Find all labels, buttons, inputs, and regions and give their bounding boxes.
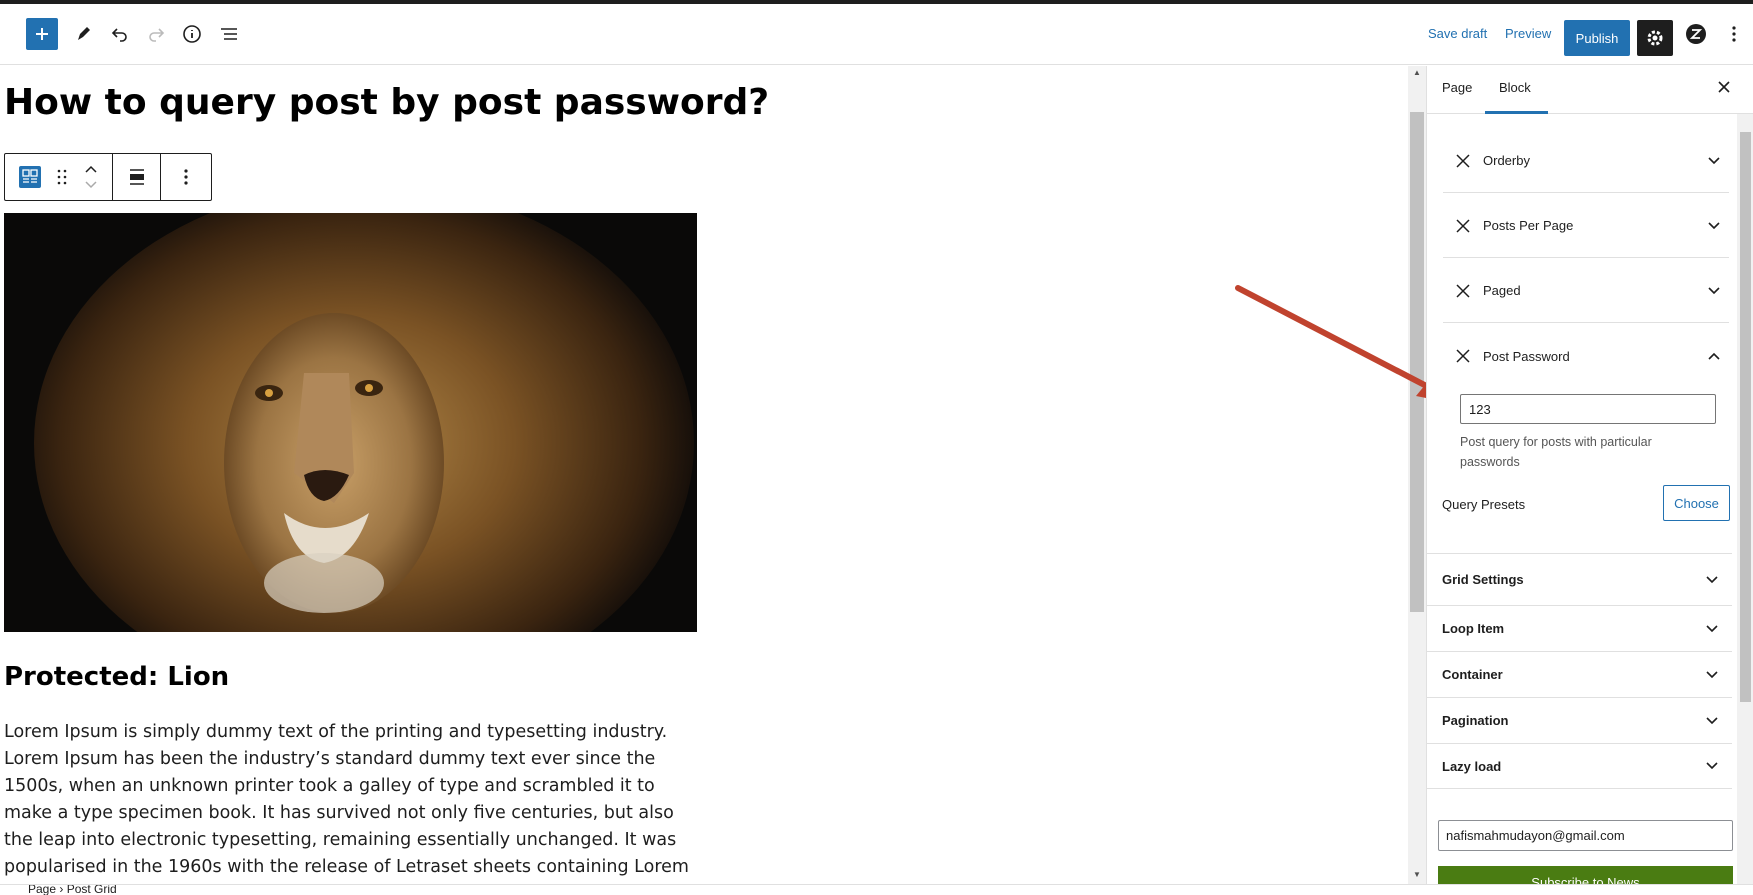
post-password-help: Post query for posts with particular pas… — [1460, 435, 1652, 469]
chevron-down-icon — [1692, 624, 1732, 633]
query-presets-label: Query Presets — [1442, 497, 1526, 512]
chevron-up-icon — [1708, 352, 1720, 360]
list-view-icon — [221, 28, 237, 40]
plugin-logo-icon — [1686, 24, 1706, 44]
block-options-button[interactable] — [161, 154, 211, 200]
settings-button[interactable] — [1637, 20, 1673, 56]
options-button[interactable] — [1718, 18, 1750, 50]
post-password-input[interactable] — [1460, 394, 1716, 424]
email-field[interactable] — [1438, 820, 1733, 851]
lion-image[interactable] — [4, 213, 697, 632]
close-icon — [1456, 218, 1470, 233]
more-vertical-icon — [1732, 26, 1736, 42]
panel-container[interactable]: Container — [1427, 651, 1732, 697]
save-draft-button[interactable]: Save draft — [1428, 26, 1487, 41]
close-icon — [1718, 81, 1730, 93]
redo-icon — [149, 28, 165, 42]
tab-block[interactable]: Block — [1499, 80, 1531, 95]
scroll-down-arrow[interactable]: ▼ — [1410, 870, 1424, 882]
query-item-label: Post Password — [1483, 348, 1570, 364]
drag-handle[interactable] — [57, 169, 67, 185]
close-icon — [1456, 153, 1470, 168]
expand-button[interactable] — [1699, 286, 1729, 295]
align-icon — [129, 169, 144, 185]
panel-lazy-load[interactable]: Lazy load — [1427, 743, 1732, 789]
tab-page[interactable]: Page — [1442, 80, 1472, 95]
tools-button[interactable] — [68, 18, 100, 50]
panel-label: Grid Settings — [1442, 572, 1524, 587]
chevron-down-icon — [1708, 156, 1720, 164]
block-type-button[interactable] — [19, 166, 42, 188]
panel-label: Pagination — [1442, 713, 1509, 728]
publish-button[interactable]: Publish — [1564, 20, 1630, 56]
query-item-label: Orderby — [1483, 153, 1530, 168]
editor-toolbar: Save draft Preview Publish — [0, 4, 1753, 65]
expand-button[interactable] — [1699, 156, 1729, 165]
block-toolbar — [4, 153, 212, 201]
panel-label: Lazy load — [1442, 758, 1502, 774]
plugin-button[interactable] — [1680, 18, 1712, 50]
panel-label: Container — [1442, 667, 1503, 682]
close-icon — [1456, 283, 1470, 298]
close-icon — [1456, 349, 1470, 363]
remove-item-button[interactable] — [1443, 218, 1483, 234]
sidebar-tabs: Page Block — [1427, 66, 1753, 114]
gear-icon — [1647, 30, 1663, 46]
more-vertical-icon — [184, 169, 188, 185]
body-paragraph[interactable]: Lorem Ipsum is simply dummy text of the … — [4, 719, 704, 884]
grid-block-icon — [19, 166, 42, 188]
list-view-button[interactable] — [213, 18, 245, 50]
chevron-up-down-icon — [85, 165, 97, 189]
collapse-button[interactable] — [1699, 352, 1729, 360]
query-item-label: Paged — [1483, 283, 1521, 298]
pencil-icon — [78, 27, 90, 40]
block-breadcrumb-bar: Page › Post Grid — [0, 884, 1753, 895]
info-icon — [183, 25, 201, 43]
query-item-posts-per-page[interactable]: Posts Per Page — [1443, 194, 1729, 258]
query-item-label: Posts Per Page — [1483, 218, 1574, 233]
undo-icon — [111, 28, 127, 42]
query-item-paged[interactable]: Paged — [1443, 259, 1729, 323]
panel-label: Loop Item — [1442, 621, 1505, 636]
chevron-down-icon — [1708, 221, 1720, 229]
lion-illustration — [4, 213, 697, 632]
editor-canvas: How to query post by post password? Prot… — [0, 66, 1408, 884]
panel-pagination[interactable]: Pagination — [1427, 697, 1732, 743]
settings-sidebar: Page Block Orderby Posts Per Page Paged … — [1426, 66, 1753, 884]
sidebar-scrollbar-thumb[interactable] — [1740, 132, 1751, 702]
plus-icon — [36, 28, 48, 40]
expand-button[interactable] — [1699, 221, 1729, 230]
chevron-down-icon — [1692, 762, 1732, 770]
panel-grid-settings[interactable]: Grid Settings — [1427, 553, 1732, 605]
remove-item-button[interactable] — [1443, 348, 1483, 364]
chevron-down-icon — [1692, 670, 1732, 679]
query-item-post-password[interactable]: Post Password — [1443, 324, 1729, 388]
align-button[interactable] — [113, 154, 161, 200]
move-up-down-buttons[interactable] — [84, 164, 98, 190]
active-tab-indicator — [1485, 111, 1548, 114]
post-title[interactable]: How to query post by post password? — [4, 82, 769, 123]
details-button[interactable] — [176, 18, 208, 50]
block-toolbar-group — [5, 154, 113, 200]
subscribe-button[interactable]: Subscribe to News — [1438, 866, 1733, 884]
scroll-up-arrow[interactable]: ▲ — [1410, 68, 1424, 80]
panel-loop-item[interactable]: Loop Item — [1427, 605, 1732, 651]
choose-preset-button[interactable]: Choose — [1663, 485, 1730, 521]
undo-button[interactable] — [104, 18, 136, 50]
drag-handle-icon — [58, 169, 67, 185]
chevron-down-icon — [1708, 286, 1720, 294]
chevron-down-icon — [1692, 575, 1732, 584]
preview-button[interactable]: Preview — [1505, 26, 1551, 41]
remove-item-button[interactable] — [1443, 153, 1483, 169]
query-item-orderby[interactable]: Orderby — [1443, 129, 1729, 193]
breadcrumb[interactable]: Page › Post Grid — [28, 885, 117, 895]
redo-button[interactable] — [140, 18, 172, 50]
remove-item-button[interactable] — [1443, 283, 1483, 299]
protected-heading[interactable]: Protected: Lion — [4, 662, 229, 692]
add-block-button[interactable] — [26, 18, 58, 50]
close-sidebar-button[interactable] — [1717, 78, 1731, 99]
chevron-down-icon — [1692, 716, 1732, 725]
